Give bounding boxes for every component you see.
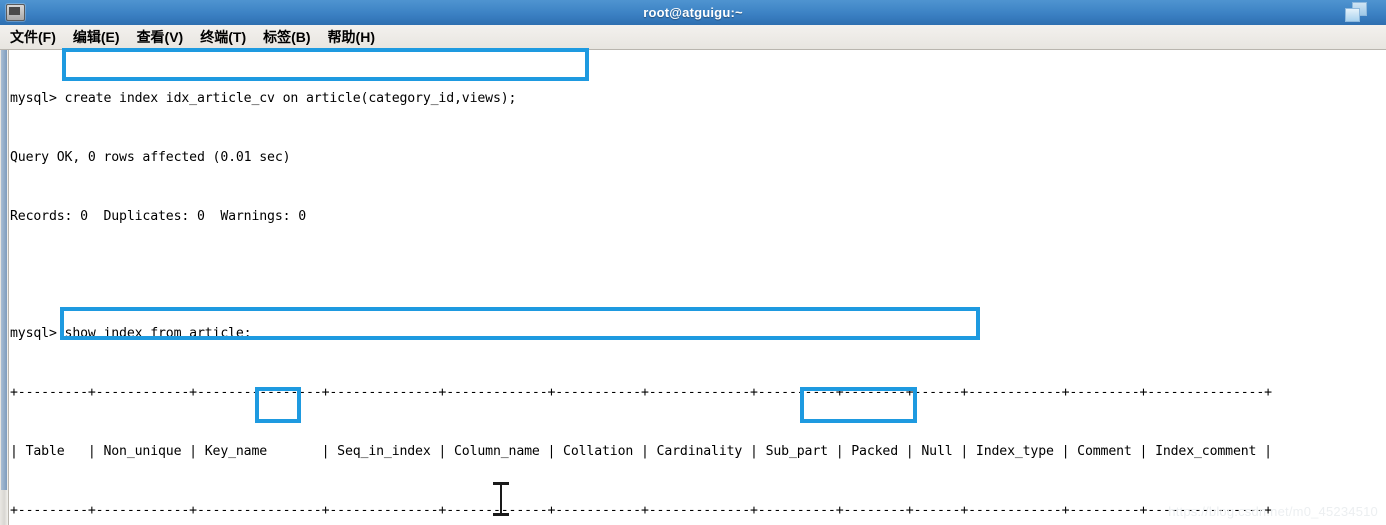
terminal-window: root@atguigu:~ 文件(F) 编辑(E) 查看(V) 终端(T) 标… bbox=[0, 0, 1386, 525]
scrollbar-thumb[interactable] bbox=[1, 50, 7, 490]
menu-file[interactable]: 文件(F) bbox=[10, 27, 56, 47]
terminal-line: mysql> show index from article; bbox=[10, 326, 252, 342]
menu-tabs[interactable]: 标签(B) bbox=[263, 27, 310, 47]
window-square-front bbox=[1345, 8, 1360, 22]
terminal-line: | Table | Non_unique | Key_name | Seq_in… bbox=[10, 443, 1272, 459]
restore-window-icon[interactable] bbox=[1342, 1, 1376, 24]
terminal-line: Query OK, 0 rows affected (0.01 sec) bbox=[10, 149, 291, 165]
terminal-line: Records: 0 Duplicates: 0 Warnings: 0 bbox=[10, 208, 307, 224]
terminal-output-area[interactable]: mysql> create index idx_article_cv on ar… bbox=[0, 50, 1386, 525]
terminal-text: mysql> create index idx_article_cv on ar… bbox=[10, 50, 1386, 525]
vertical-scrollbar[interactable] bbox=[0, 50, 9, 525]
terminal-line: +---------+------------+----------------… bbox=[10, 385, 1272, 401]
window-title: root@atguigu:~ bbox=[643, 5, 743, 20]
title-bar: root@atguigu:~ bbox=[0, 0, 1386, 26]
menu-view[interactable]: 查看(V) bbox=[137, 27, 184, 47]
terminal-line: mysql> create index idx_article_cv on ar… bbox=[10, 91, 517, 107]
menu-help[interactable]: 帮助(H) bbox=[328, 27, 375, 47]
ibeam-stem bbox=[500, 482, 502, 516]
menu-bar: 文件(F) 编辑(E) 查看(V) 终端(T) 标签(B) 帮助(H) bbox=[0, 25, 1386, 50]
menu-terminal[interactable]: 终端(T) bbox=[200, 27, 246, 47]
menu-edit[interactable]: 编辑(E) bbox=[73, 27, 120, 47]
ibeam-cap-bottom bbox=[493, 513, 509, 516]
watermark: https://blog.csdn.net/m0_45234510 bbox=[1168, 504, 1378, 519]
text-cursor-icon bbox=[493, 482, 509, 516]
